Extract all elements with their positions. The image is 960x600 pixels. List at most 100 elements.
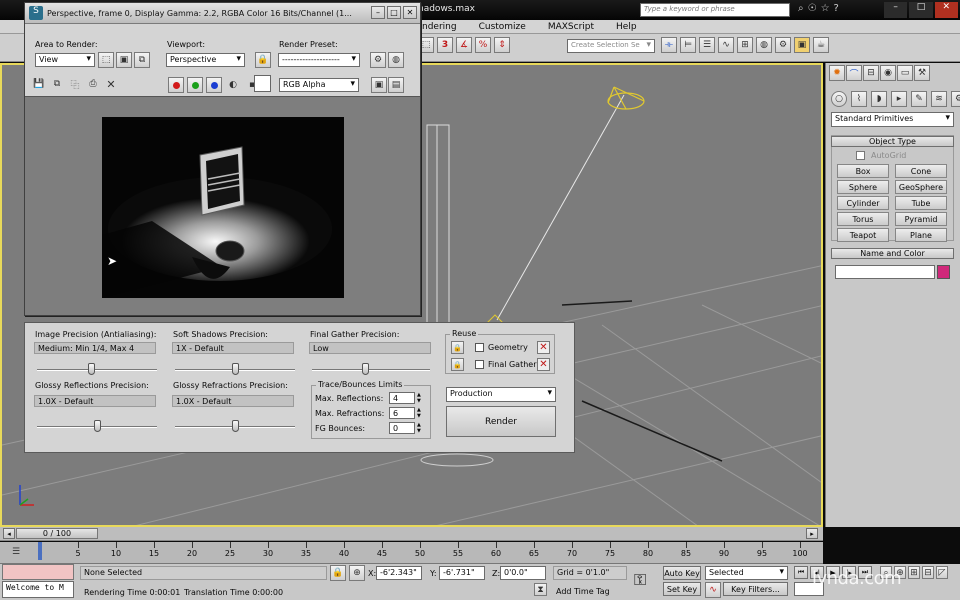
schematic-view-icon[interactable]: ⊞ (737, 37, 753, 53)
sphere-button[interactable]: Sphere (837, 180, 889, 194)
layer-manager-icon[interactable]: ☰ (699, 37, 715, 53)
motion-tab-icon[interactable]: ◉ (880, 65, 896, 81)
time-slider[interactable]: 0 / 100 (16, 528, 98, 539)
glossy-reflections-slider[interactable] (37, 420, 157, 434)
fg-bounces-spinner[interactable]: ▲ ▼ (417, 422, 424, 434)
final-gather-slider[interactable] (312, 363, 430, 377)
lock-icon[interactable]: 🔒 (255, 52, 271, 68)
soft-shadows-slider[interactable] (175, 363, 295, 377)
save-image-icon[interactable]: 💾 (31, 76, 47, 92)
percent-snap-icon[interactable]: % (475, 37, 491, 53)
area-to-render-dropdown[interactable]: View (35, 53, 95, 67)
selection-set-dropdown[interactable]: Create Selection Se (567, 39, 655, 53)
auto-region-icon[interactable]: ▣ (116, 52, 132, 68)
z-coordinate-input[interactable]: 0'0.0" (500, 566, 546, 580)
auto-key-button[interactable]: Auto Key (663, 566, 701, 580)
close-window-button[interactable]: ✕ (934, 2, 958, 18)
frame-maximize-button[interactable]: □ (387, 6, 401, 19)
lights-icon[interactable]: ◗ (871, 91, 887, 107)
frame-close-button[interactable]: ✕ (403, 6, 417, 19)
green-channel-icon[interactable] (187, 77, 203, 93)
edit-region-icon[interactable]: ⬚ (98, 52, 114, 68)
geometry-icon[interactable]: ○ (831, 91, 847, 107)
teapot-button[interactable]: Teapot (837, 228, 889, 242)
default-tangent-icon[interactable]: ∿ (705, 582, 721, 598)
key-filters-button[interactable]: Key Filters... (723, 582, 788, 596)
spinner-snap-icon[interactable]: ⇕ (494, 37, 510, 53)
geometry-checkbox[interactable] (475, 343, 484, 352)
render-setup-small-icon[interactable]: ⚙ (370, 52, 386, 68)
search-field[interactable]: Type a keyword or phrase (640, 3, 790, 17)
geosphere-button[interactable]: GeoSphere (895, 180, 947, 194)
menu-maxscript[interactable]: MAXScript (548, 22, 594, 32)
next-frame-button[interactable]: ▸ (806, 528, 818, 539)
clone-window-icon[interactable]: ⿻ (67, 76, 83, 92)
category-dropdown[interactable]: Standard Primitives (831, 112, 954, 127)
curve-editor-icon[interactable]: ∿ (718, 37, 734, 53)
toggle-ui-icon[interactable]: ▣ (371, 77, 387, 93)
box-button[interactable]: Box (837, 164, 889, 178)
clear-image-icon[interactable]: ✕ (103, 76, 119, 92)
set-key-button[interactable]: Set Key (663, 582, 701, 596)
blue-channel-icon[interactable] (206, 77, 222, 93)
tube-button[interactable]: Tube (895, 196, 947, 210)
render-frame-icon[interactable]: ▣ (794, 37, 810, 53)
help-icon[interactable]: ? (834, 3, 839, 17)
snap-3d-icon[interactable]: 3 (437, 37, 453, 53)
create-tab-icon[interactable]: ✹ (829, 65, 845, 81)
render-button[interactable]: Render (446, 406, 556, 437)
maxscript-listener-pink[interactable] (2, 564, 74, 580)
fg-bounces-input[interactable]: 0 (389, 422, 415, 434)
red-channel-icon[interactable] (168, 77, 184, 93)
shapes-icon[interactable]: ⌇ (851, 91, 867, 107)
plane-button[interactable]: Plane (895, 228, 947, 242)
material-editor-icon[interactable]: ◍ (756, 37, 772, 53)
frame-minimize-button[interactable]: – (371, 6, 385, 19)
prev-frame-button[interactable]: ◂ (3, 528, 15, 539)
add-time-tag[interactable]: Add Time Tag (556, 587, 610, 596)
menu-customize[interactable]: Customize (479, 22, 526, 32)
globe-icon[interactable]: ☉ (808, 3, 817, 17)
object-name-input[interactable] (835, 265, 935, 279)
copy-image-icon[interactable]: ⧉ (49, 76, 65, 92)
torus-button[interactable]: Torus (837, 212, 889, 226)
hierarchy-tab-icon[interactable]: ⊟ (863, 65, 879, 81)
max-reflections-input[interactable]: 4 (389, 392, 415, 404)
print-image-icon[interactable]: ⎙ (85, 76, 101, 92)
max-reflections-spinner[interactable]: ▲ ▼ (417, 392, 424, 404)
helpers-icon[interactable]: ✎ (911, 91, 927, 107)
render-region-icon[interactable]: ⧉ (134, 52, 150, 68)
spacewarps-icon[interactable]: ≋ (931, 91, 947, 107)
render-preset-dropdown[interactable]: -------------------- (278, 53, 360, 67)
max-refractions-input[interactable]: 6 (389, 407, 415, 419)
final-gather-clear-icon[interactable]: ✕ (537, 358, 550, 371)
minimize-button[interactable]: – (884, 2, 908, 18)
cylinder-button[interactable]: Cylinder (837, 196, 889, 210)
selection-lock-icon[interactable]: 🔒 (330, 565, 346, 581)
modify-tab-icon[interactable]: ⌒ (846, 65, 862, 81)
render-teapot-icon[interactable]: ☕ (813, 37, 829, 53)
mini-curve-editor-icon[interactable]: ☰ (8, 544, 24, 560)
angle-snap-icon[interactable]: ∡ (456, 37, 472, 53)
channel-dropdown[interactable]: RGB Alpha (279, 78, 359, 92)
final-gather-checkbox[interactable] (475, 360, 484, 369)
render-setup-icon[interactable]: ⚙ (775, 37, 791, 53)
star-icon[interactable]: ☆ (821, 3, 830, 17)
toggle-panel-icon[interactable]: ▤ (388, 77, 404, 93)
color-swatch[interactable] (254, 75, 271, 92)
cone-button[interactable]: Cone (895, 164, 947, 178)
binoculars-icon[interactable]: ⌕ (798, 3, 804, 17)
systems-icon[interactable]: ⚙ (951, 91, 960, 107)
track-bar[interactable]: ☰ 05101520253035404550556065707580859095… (0, 542, 823, 564)
time-tag-icon[interactable]: ⧗ (534, 583, 547, 596)
fov-icon[interactable]: ◸ (936, 566, 948, 579)
go-to-start-button[interactable]: ⏮ (794, 566, 808, 579)
key-mode-dropdown[interactable]: Selected (705, 566, 788, 580)
maximize-button[interactable]: □ (909, 2, 933, 18)
glossy-refractions-slider[interactable] (175, 420, 295, 434)
menu-rendering[interactable]: ndering (422, 22, 457, 32)
object-type-header[interactable]: Object Type (831, 136, 954, 147)
object-color-swatch[interactable] (937, 265, 950, 279)
maxscript-mini-listener[interactable]: Welcome to M (2, 581, 74, 598)
geometry-lock-icon[interactable]: 🔒 (451, 341, 464, 354)
